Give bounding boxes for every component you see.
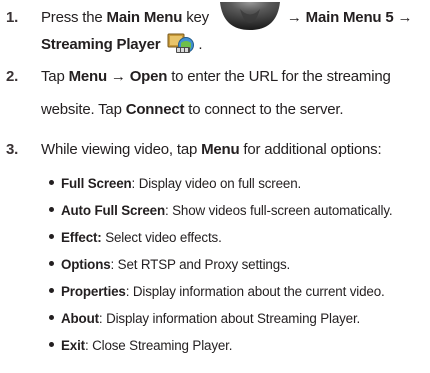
option-description: Close Streaming Player.	[88, 338, 233, 353]
option-label: Properties	[61, 284, 126, 299]
list-item: About: Display information about Streami…	[49, 309, 360, 329]
step-text: to connect to the server.	[184, 101, 344, 118]
instruction-page: 1. Press the Main Menu key → Main Menu 5…	[0, 0, 430, 373]
step-text: to enter the URL for the streaming	[167, 68, 391, 85]
list-item: Full Screen: Display video on full scree…	[49, 174, 301, 194]
bullet-dot	[49, 207, 54, 213]
step-2-line-1: Tap Menu → Open to enter the URL for the…	[41, 64, 391, 89]
open-label: Open	[129, 68, 168, 85]
option-description: Display video on full screen.	[135, 176, 302, 191]
step-3-line-1: While viewing video, tap Menu for additi…	[41, 137, 382, 162]
option-label: Exit	[61, 338, 85, 353]
step-text: Tap	[41, 68, 69, 85]
bullet-dot	[49, 180, 54, 186]
connect-label: Connect	[125, 101, 185, 118]
bullet-dot	[49, 315, 54, 321]
option-label: Options	[61, 257, 111, 272]
bullet-dot	[49, 261, 54, 267]
step-2-line-2: website. Tap Connect to connect to the s…	[41, 97, 344, 122]
arrow-text: →	[106, 68, 130, 85]
step-number: 1.	[6, 9, 19, 26]
main-menu-key-icon	[219, 1, 281, 31]
step-1-line-2: Streaming Player .	[41, 31, 203, 57]
step-1-line-1: Press the Main Menu key → Main Menu 5 →	[41, 2, 413, 31]
menu-label: Menu	[201, 141, 240, 158]
main-menu-5-label: Main Menu 5	[305, 9, 394, 26]
main-menu-label: Main Menu	[106, 9, 183, 26]
list-item: Properties: Display information about th…	[49, 282, 385, 302]
streaming-player-label: Streaming Player	[41, 36, 161, 53]
step-text: .	[198, 36, 203, 53]
step-text: website. Tap	[41, 101, 126, 118]
option-description: Select video effects.	[101, 230, 222, 245]
option-label: Full Screen	[61, 176, 132, 191]
bullet-dot	[49, 234, 54, 240]
option-label: Auto Full Screen	[61, 203, 165, 218]
option-description: Show videos full-screen automatically.	[168, 203, 393, 218]
step-text: Press the	[41, 9, 107, 26]
menu-label: Menu	[68, 68, 108, 85]
option-description: Display information about the current vi…	[129, 284, 385, 299]
bullet-dot	[49, 342, 54, 348]
list-item: Effect: Select video effects.	[49, 228, 222, 248]
arrow-text: →	[282, 9, 306, 26]
arrow-text: →	[393, 9, 413, 26]
step-number: 2.	[6, 68, 19, 85]
option-description: Set RTSP and Proxy settings.	[114, 257, 291, 272]
bullet-dot	[49, 288, 54, 294]
streaming-player-icon	[166, 31, 196, 55]
option-description: Display information about Streaming Play…	[102, 311, 361, 326]
step-text: key	[182, 9, 213, 26]
step-text: for additional options:	[239, 141, 382, 158]
list-item: Options: Set RTSP and Proxy settings.	[49, 255, 290, 275]
list-item: Auto Full Screen: Show videos full-scree…	[49, 201, 393, 221]
option-label: About	[61, 311, 99, 326]
list-item: Exit: Close Streaming Player.	[49, 336, 232, 356]
step-text: While viewing video, tap	[41, 141, 202, 158]
step-number: 3.	[6, 141, 19, 158]
option-label: Effect:	[61, 230, 102, 245]
